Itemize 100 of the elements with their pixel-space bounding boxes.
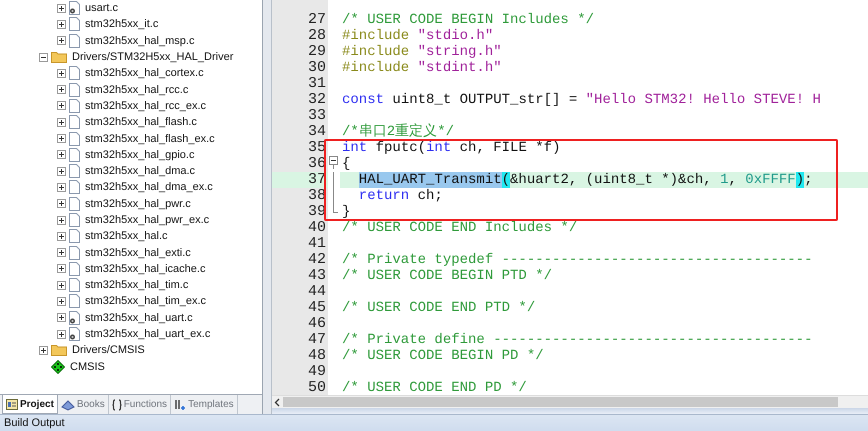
folder-label[interactable]: Drivers/STM32H5xx_HAL_Driver [72, 51, 234, 64]
file-icon [69, 229, 80, 244]
file-icon [69, 82, 80, 97]
line-number: 31 [306, 76, 327, 92]
code-line: /* USER CODE END PD */ [341, 380, 528, 395]
file-icon [69, 246, 80, 260]
templates-icon [174, 398, 186, 410]
expand-icon[interactable] [57, 101, 66, 110]
scroll-left-icon[interactable] [274, 398, 281, 406]
code-line: return ch; [358, 188, 444, 204]
expand-icon[interactable] [57, 85, 66, 94]
folder-icon [51, 51, 67, 64]
expand-icon[interactable] [57, 232, 66, 241]
file-label[interactable]: stm32h5xx_hal_tim.c [85, 279, 188, 292]
line-number: 42 [306, 252, 327, 268]
file-icon [69, 278, 80, 292]
line-number: 47 [306, 332, 327, 348]
file-label[interactable]: stm32h5xx_hal_uart.c [85, 312, 193, 324]
expand-icon[interactable] [57, 134, 66, 144]
folder-label[interactable]: Drivers/CMSIS [72, 344, 145, 356]
line-number: 46 [306, 316, 327, 332]
expand-icon[interactable] [39, 346, 48, 355]
file-icon [69, 66, 80, 80]
file-label[interactable]: stm32h5xx_hal_gpio.c [85, 148, 194, 161]
expand-icon[interactable] [57, 264, 66, 274]
code-line: #include "stdio.h" [341, 28, 494, 44]
file-label[interactable]: stm32h5xx_hal_icache.c [85, 262, 206, 275]
expand-icon[interactable] [57, 280, 66, 290]
file-label[interactable]: stm32h5xx_hal.c [85, 230, 168, 242]
file-icon [69, 294, 80, 308]
file-label[interactable]: stm32h5xx_hal_pwr.c [85, 198, 191, 210]
code-line: /* USER CODE END PTD */ [341, 300, 536, 316]
scrollbar-thumb[interactable] [283, 397, 838, 407]
braces-icon [112, 398, 122, 410]
file-icon [69, 132, 80, 146]
project-icon [6, 398, 18, 410]
file-icon [69, 164, 80, 178]
line-number: 29 [306, 44, 327, 60]
file-label[interactable]: stm32h5xx_hal_pwr_ex.c [85, 214, 210, 226]
expand-icon[interactable] [57, 182, 66, 192]
collapse-icon[interactable] [39, 52, 48, 62]
expand-icon[interactable] [57, 199, 66, 208]
fold-collapse-icon[interactable] [329, 156, 338, 169]
code-line: int fputc(int ch, FILE *f) [341, 140, 562, 156]
code-line: /* USER CODE END Includes */ [341, 220, 578, 236]
expand-icon[interactable] [57, 150, 66, 160]
code-line: /* Private typedef ------------------------------------- [341, 252, 814, 268]
expand-icon[interactable] [57, 20, 66, 29]
line-number: 40 [306, 220, 327, 236]
line-number: 34 [306, 124, 327, 140]
line-number: 37 [272, 172, 328, 188]
file-label[interactable]: stm32h5xx_hal_rcc_ex.c [85, 100, 206, 112]
code-line: /* USER CODE BEGIN PD */ [341, 348, 545, 364]
books-icon [60, 398, 75, 410]
file-icon [69, 115, 80, 130]
code-line: /* USER CODE BEGIN Includes */ [341, 12, 596, 28]
file-label[interactable]: stm32h5xx_hal_flash.c [85, 116, 197, 128]
expand-icon[interactable] [57, 4, 66, 13]
file-icon [69, 17, 80, 32]
expand-icon[interactable] [57, 313, 66, 322]
file-label[interactable]: stm32h5xx_it.c [85, 18, 158, 30]
file-label[interactable]: stm32h5xx_hal_dma.c [85, 165, 196, 178]
line-number: 27 [306, 12, 327, 28]
expand-icon[interactable] [57, 296, 66, 306]
expand-icon[interactable] [57, 330, 66, 339]
code-line: /* Private define -------------------------------------- [341, 332, 814, 348]
expand-icon[interactable] [57, 118, 66, 127]
line-number: 49 [306, 364, 327, 380]
expand-icon[interactable] [57, 68, 66, 78]
file-label[interactable]: stm32h5xx_hal_flash_ex.c [85, 132, 215, 145]
horizontal-scrollbar[interactable] [272, 395, 868, 408]
code-line: #include "stdint.h" [341, 60, 503, 76]
expand-icon[interactable] [57, 248, 66, 258]
file-label[interactable]: stm32h5xx_hal_tim_ex.c [85, 295, 206, 308]
file-icon [69, 98, 80, 113]
folder-icon [51, 344, 67, 356]
expand-icon[interactable] [57, 36, 66, 46]
file-label[interactable]: stm32h5xx_hal_exti.c [85, 246, 191, 259]
file-label[interactable]: stm32h5xx_hal_rcc.c [85, 84, 188, 96]
file-label[interactable]: stm32h5xx_hal_dma_ex.c [85, 181, 213, 194]
expand-icon[interactable] [57, 216, 66, 224]
file-label[interactable]: stm32h5xx_hal_msp.c [85, 34, 194, 47]
code-line: /* USER CODE BEGIN PTD */ [341, 268, 554, 284]
file-label[interactable]: stm32h5xx_hal_cortex.c [85, 67, 204, 80]
line-number: 48 [306, 348, 327, 364]
panel-tab[interactable]: Project [2, 395, 58, 414]
line-number: 41 [306, 236, 327, 252]
code-line: { [341, 156, 352, 172]
file-icon [69, 180, 80, 194]
file-label[interactable]: stm32h5xx_hal_uart_ex.c [85, 328, 210, 340]
file-icon [69, 34, 80, 48]
code-line: const uint8_t OUTPUT_str[] = "Hello STM32! Hello STEVE! H [341, 92, 822, 108]
code-line: /*串口2重定义*/ [341, 124, 456, 140]
file-icon [69, 262, 80, 276]
file-icon [69, 196, 80, 211]
file-gear-icon [69, 327, 80, 342]
file-icon [69, 213, 80, 227]
file-label[interactable]: usart.c [85, 2, 118, 14]
component-label[interactable]: CMSIS [70, 360, 105, 373]
expand-icon[interactable] [57, 166, 66, 176]
